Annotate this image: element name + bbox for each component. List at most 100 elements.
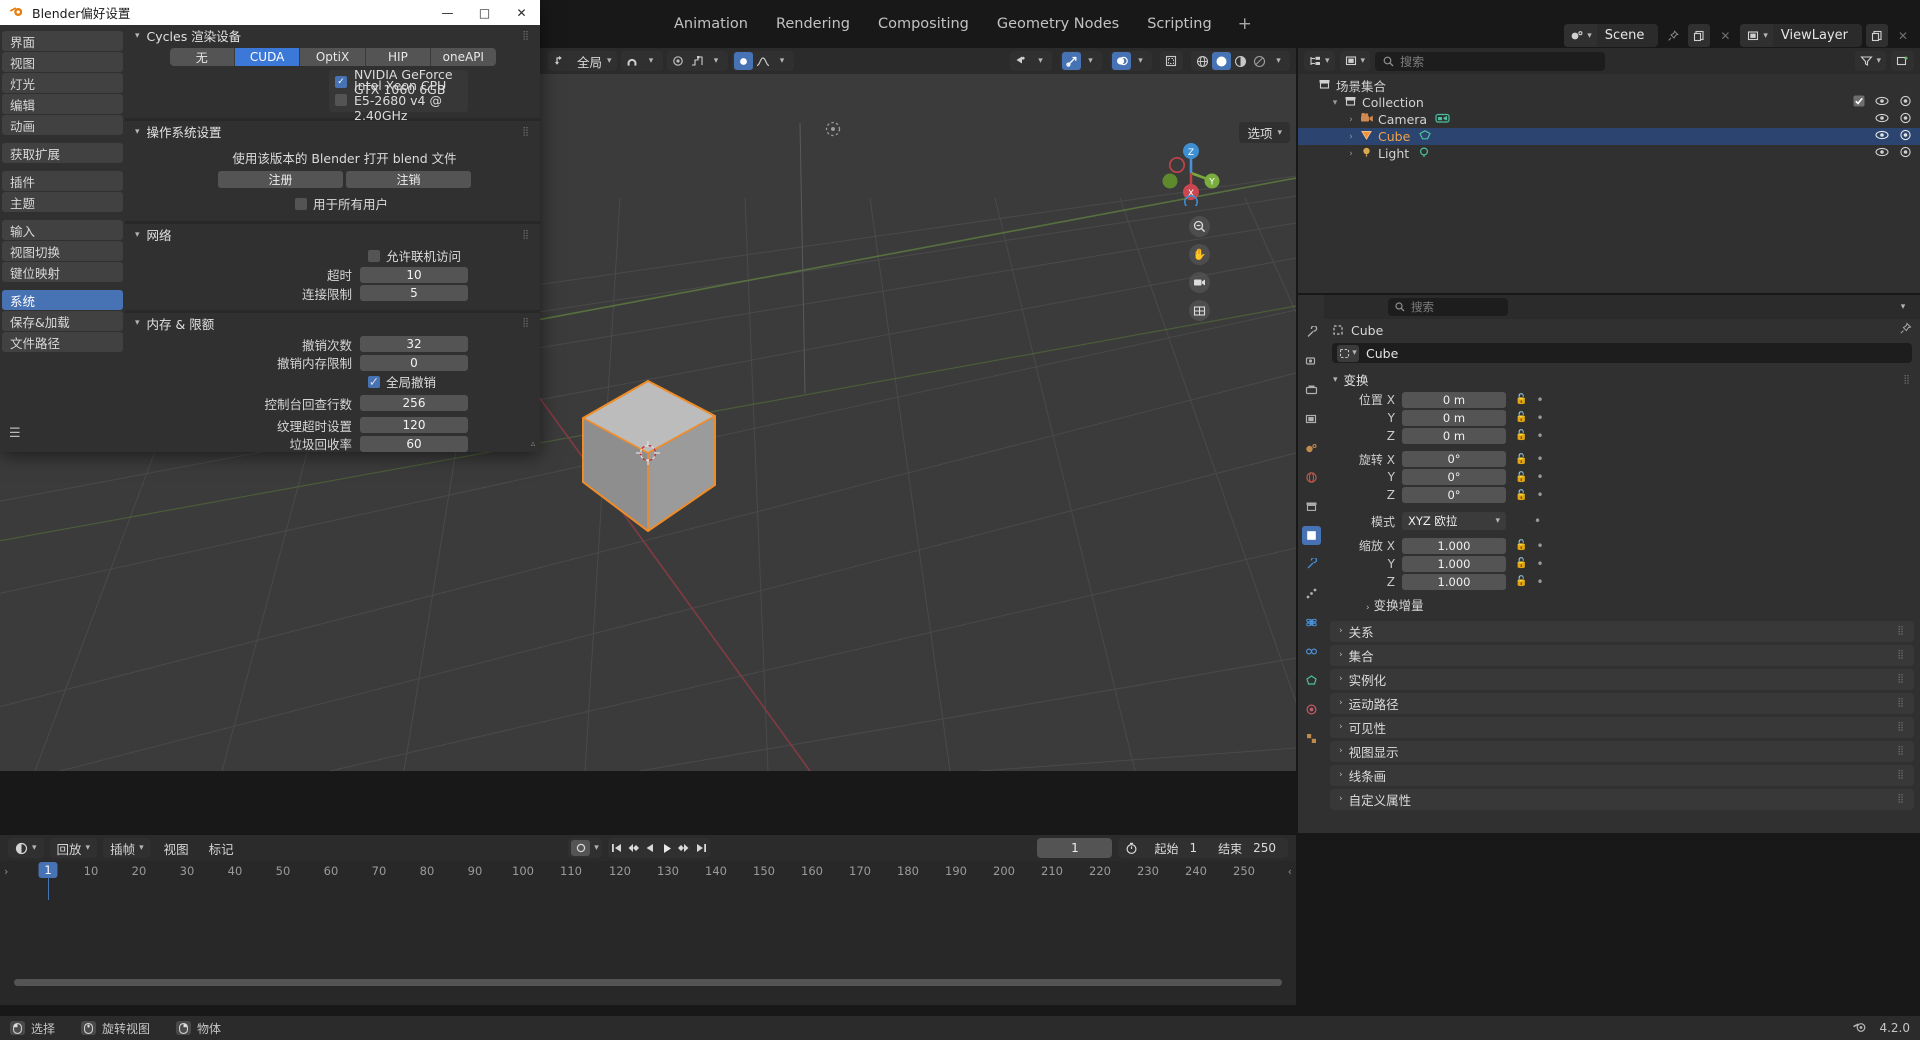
panel-relations[interactable]: › 关系 ⣿ (1330, 621, 1914, 642)
sidebar-item-themes[interactable]: 主题 (2, 192, 123, 212)
play-button[interactable] (659, 838, 676, 858)
animate-property-icon[interactable]: • (1536, 470, 1543, 484)
os-section-header[interactable]: ▾ 操作系统设置 ⣿ (125, 121, 540, 142)
pan-hand-icon[interactable]: ✋ (1189, 244, 1210, 265)
timeline-scrollbar[interactable] (14, 979, 1282, 986)
undo-steps-field[interactable]: 32 (360, 336, 468, 352)
lock-icon[interactable]: 🔓 (1515, 412, 1527, 423)
start-frame-field[interactable]: 起始 1 (1145, 838, 1206, 858)
checkbox-icon[interactable] (1853, 95, 1865, 110)
new-scene-button[interactable] (1688, 24, 1710, 47)
drag-handle-icon[interactable]: ⣿ (1897, 746, 1905, 756)
show-overlays-icon[interactable] (1112, 52, 1131, 70)
checkbox-icon[interactable] (295, 198, 307, 210)
animate-property-icon[interactable]: • (1536, 557, 1543, 571)
all-users-row[interactable]: 用于所有用户 (143, 192, 540, 215)
tab-particles[interactable] (1302, 584, 1321, 603)
lock-icon[interactable]: 🔓 (1515, 576, 1527, 587)
drag-handle-icon[interactable]: ⣿ (1897, 650, 1905, 660)
gizmo-toggle-group[interactable]: ▾ (1060, 51, 1102, 71)
tab-physics[interactable] (1302, 613, 1321, 632)
transform-orientation-icon[interactable] (550, 52, 569, 70)
lock-icon[interactable]: 🔓 (1515, 454, 1527, 465)
tab-scene[interactable] (1302, 439, 1321, 458)
proportional-falloff-icon[interactable] (688, 52, 707, 70)
checkbox-icon[interactable] (335, 94, 347, 106)
preferences-menu-icon[interactable]: ☰ (9, 426, 21, 441)
xray-group[interactable] (1160, 51, 1183, 71)
next-keyframe-button[interactable] (676, 838, 693, 858)
unregister-button[interactable]: 注销 (346, 171, 471, 188)
device-tab-cuda[interactable]: CUDA (235, 48, 300, 66)
eye-icon[interactable] (1875, 147, 1889, 160)
outliner-filter-button[interactable]: ▾ (1855, 51, 1886, 71)
lock-icon[interactable]: 🔓 (1515, 430, 1527, 441)
timeline-ruler[interactable]: › ‹ 1 10 20 30 40 50 60 70 80 90 100 110… (0, 861, 1296, 883)
lock-icon[interactable]: 🔓 (1515, 472, 1527, 483)
garbage-collection-rate-field[interactable]: 60 (360, 436, 468, 452)
tab-object[interactable] (1302, 526, 1321, 545)
preferences-scroll-indicator[interactable]: ▵ (528, 439, 538, 449)
tab-collection[interactable] (1302, 497, 1321, 516)
outliner-row-cube[interactable]: › Cube (1298, 128, 1920, 145)
magnet-icon[interactable] (623, 52, 642, 70)
snap-target-group[interactable]: ▾ (732, 51, 794, 71)
snap-dropdown[interactable]: ▾ (642, 52, 661, 70)
scale-y-field[interactable]: 1.000 (1402, 556, 1506, 572)
tab-view-layer[interactable] (1302, 410, 1321, 429)
camera-view-icon[interactable] (1189, 272, 1210, 293)
undo-memory-limit-field[interactable]: 0 (360, 355, 468, 371)
drag-handle-icon[interactable]: ⣿ (1897, 770, 1905, 780)
ortho-perspective-icon[interactable] (1189, 300, 1210, 321)
visibility-dropdown[interactable]: ▾ (1031, 52, 1050, 70)
animate-property-icon[interactable]: • (1536, 575, 1543, 589)
maximize-button[interactable]: □ (466, 0, 503, 25)
sidebar-item-lights[interactable]: 灯光 (2, 73, 123, 93)
tab-data[interactable] (1302, 671, 1321, 690)
animate-property-icon[interactable]: • (1536, 393, 1543, 407)
drag-handle-icon[interactable]: ⣿ (1897, 698, 1905, 708)
mesh-data-icon[interactable] (1418, 129, 1432, 144)
camera-render-icon[interactable] (1899, 112, 1912, 127)
tab-tool[interactable] (1302, 323, 1321, 342)
tab-render[interactable] (1302, 352, 1321, 371)
delete-scene-button[interactable]: ✕ (1714, 24, 1736, 47)
tab-constraints[interactable] (1302, 642, 1321, 661)
gizmo-dropdown[interactable]: ▾ (1081, 52, 1100, 70)
checkbox-icon[interactable] (368, 250, 380, 262)
tab-output[interactable] (1302, 381, 1321, 400)
lock-icon[interactable]: 🔓 (1515, 394, 1527, 405)
outliner-row-camera[interactable]: › Camera (1298, 111, 1920, 128)
outliner-row-scene-collection[interactable]: 场景集合 (1298, 77, 1920, 94)
sidebar-item-save-load[interactable]: 保存&加载 (2, 311, 123, 331)
tab-compositing[interactable]: Compositing (864, 12, 983, 36)
properties-options-dropdown[interactable]: ▾ (1892, 296, 1914, 319)
transform-panel-header[interactable]: ▾ 变换 ⣿ (1324, 369, 1920, 390)
sidebar-item-animation[interactable]: 动画 (2, 115, 123, 135)
register-button[interactable]: 注册 (218, 171, 343, 188)
chevron-right-icon[interactable]: › (1344, 132, 1358, 142)
panel-viewport-display[interactable]: › 视图显示 ⣿ (1330, 741, 1914, 762)
texture-timeout-field[interactable]: 120 (360, 417, 468, 433)
drag-handle-icon[interactable]: ⣿ (1897, 794, 1905, 804)
outliner-search-input[interactable]: 搜索 (1375, 52, 1605, 71)
tab-texture[interactable] (1302, 729, 1321, 748)
animate-property-icon[interactable]: • (1536, 411, 1543, 425)
tab-scripting[interactable]: Scripting (1133, 12, 1225, 36)
drag-handle-icon[interactable]: ⣿ (1897, 626, 1905, 636)
sidebar-item-editing[interactable]: 编辑 (2, 94, 123, 114)
tab-material[interactable] (1302, 700, 1321, 719)
end-frame-field[interactable]: 结束 250 (1209, 838, 1285, 858)
scale-z-field[interactable]: 1.000 (1402, 574, 1506, 590)
animate-property-icon[interactable]: • (1534, 514, 1541, 528)
allow-online-row[interactable]: 允许联机访问 (125, 247, 540, 264)
location-y-field[interactable]: 0 m (1402, 410, 1506, 426)
navigation-gizmo[interactable]: Z Y X (1158, 140, 1224, 206)
chevron-down-icon[interactable]: ▾ (1328, 98, 1342, 108)
sidebar-item-navigation[interactable]: 视图切换 (2, 241, 123, 261)
rotation-z-field[interactable]: 0° (1402, 487, 1506, 503)
location-z-field[interactable]: 0 m (1402, 428, 1506, 444)
checkbox-icon[interactable]: ✓ (368, 376, 380, 388)
location-x-field[interactable]: 0 m (1402, 392, 1506, 408)
sidebar-item-file-paths[interactable]: 文件路径 (2, 332, 123, 352)
